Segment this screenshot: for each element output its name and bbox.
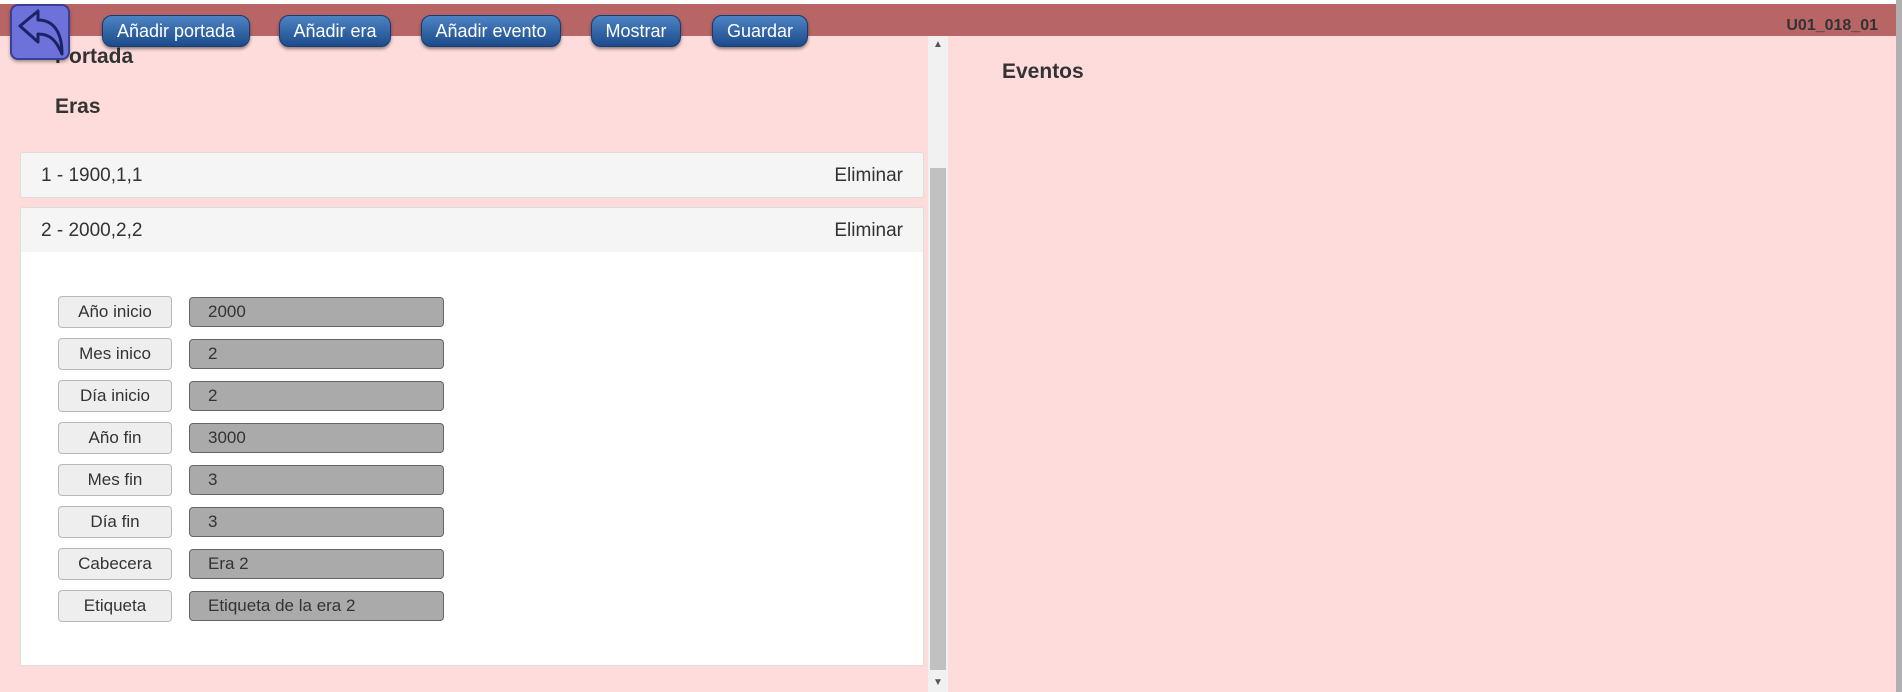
document-id: U01_018_01	[1786, 17, 1878, 34]
scroll-down-arrow-icon[interactable]: ▼	[928, 674, 948, 692]
eras-scrollbar[interactable]: ▲ ▼	[928, 36, 948, 692]
events-title: Eventos	[1002, 60, 1084, 83]
scroll-up-arrow-icon[interactable]: ▲	[928, 36, 948, 54]
app-window: U01_018_01 Añadir portada Añadir era Aña…	[0, 4, 1902, 692]
add-era-button[interactable]: Añadir era	[279, 15, 391, 47]
delete-era-button[interactable]: Eliminar	[834, 220, 903, 242]
tag-label: Etiqueta	[58, 590, 172, 622]
start-month-input[interactable]: 2	[189, 339, 444, 369]
eras-panel: Portada Eras 1 - 1900,1,1 Eliminar 2 - 2…	[0, 36, 928, 692]
start-month-label: Mes inico	[58, 338, 172, 370]
back-button[interactable]	[10, 4, 70, 60]
start-day-input[interactable]: 2	[189, 381, 444, 411]
add-cover-button[interactable]: Añadir portada	[102, 15, 250, 47]
end-year-input[interactable]: 3000	[189, 423, 444, 453]
scrollbar-thumb[interactable]	[930, 168, 946, 670]
end-day-label: Día fin	[58, 506, 172, 538]
start-year-input[interactable]: 2000	[189, 297, 444, 327]
era-header-1[interactable]: 1 - 1900,1,1 Eliminar	[20, 152, 924, 198]
end-month-label: Mes fin	[58, 464, 172, 496]
header-label: Cabecera	[58, 548, 172, 580]
add-event-button[interactable]: Añadir evento	[421, 15, 561, 47]
era-title: 1 - 1900,1,1	[41, 165, 143, 186]
tag-input[interactable]: Etiqueta de la era 2	[189, 591, 444, 621]
end-year-label: Año fin	[58, 422, 172, 454]
eras-title: Eras	[55, 95, 101, 118]
era-title: 2 - 2000,2,2	[41, 220, 143, 241]
back-arrow-icon	[18, 9, 64, 56]
start-year-label: Año inicio	[58, 296, 172, 328]
save-button[interactable]: Guardar	[712, 15, 808, 47]
window-scrollbar[interactable]	[1896, 0, 1902, 692]
delete-era-button[interactable]: Eliminar	[834, 165, 903, 187]
era-header-2[interactable]: 2 - 2000,2,2 Eliminar	[20, 207, 924, 253]
show-button[interactable]: Mostrar	[591, 15, 681, 47]
end-day-input[interactable]: 3	[189, 507, 444, 537]
header-input[interactable]: Era 2	[189, 549, 444, 579]
era-details-form: Año inicio 2000 Mes inico 2 Día inicio 2…	[20, 252, 924, 666]
end-month-input[interactable]: 3	[189, 465, 444, 495]
start-day-label: Día inicio	[58, 380, 172, 412]
